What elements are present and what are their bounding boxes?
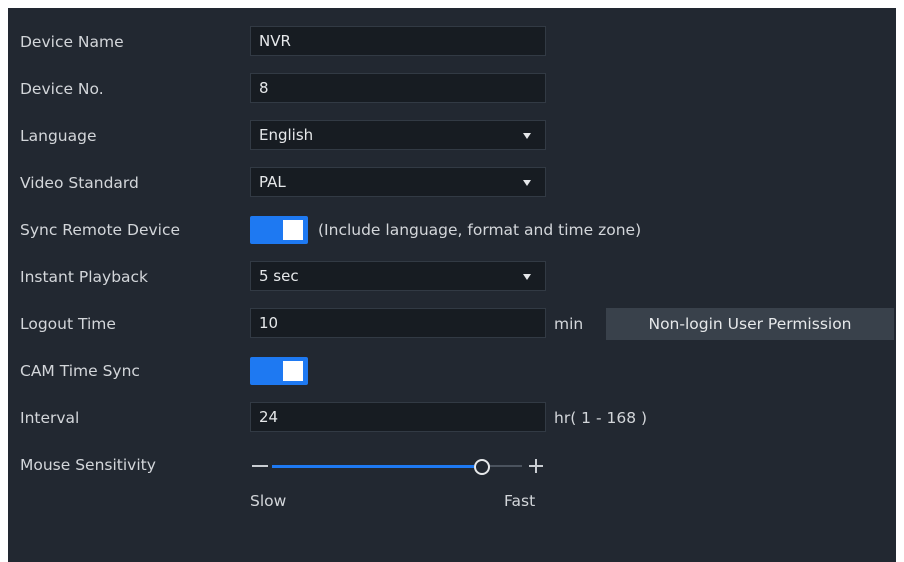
instant-playback-select[interactable]: 5 sec — [250, 261, 546, 291]
slider-max-label: Fast — [504, 492, 536, 510]
caret-down-icon — [523, 274, 531, 280]
slider-min-label: Slow — [250, 492, 287, 510]
non-login-user-permission-button[interactable]: Non-login User Permission — [606, 308, 894, 340]
device-no-label: Device No. — [20, 80, 104, 98]
device-name-label: Device Name — [20, 33, 124, 51]
interval-label: Interval — [20, 409, 80, 427]
language-select[interactable]: English — [250, 120, 546, 150]
caret-down-icon — [523, 180, 531, 186]
device-no-value: 8 — [259, 79, 269, 97]
sync-remote-note: (Include language, format and time zone) — [318, 221, 642, 239]
slider-track-fill — [272, 465, 474, 468]
sync-remote-device-toggle[interactable] — [250, 216, 308, 244]
interval-input[interactable]: 24 — [250, 402, 546, 432]
toggle-knob — [283, 361, 303, 381]
video-standard-label: Video Standard — [20, 174, 139, 192]
instant-playback-label: Instant Playback — [20, 268, 149, 286]
cam-time-sync-label: CAM Time Sync — [20, 362, 140, 380]
general-settings-panel: Device Name NVR Device No. 8 Language En… — [8, 8, 896, 562]
device-no-input[interactable]: 8 — [250, 73, 546, 103]
caret-down-icon — [523, 133, 531, 139]
mouse-sensitivity-label: Mouse Sensitivity — [20, 456, 156, 474]
mouse-sensitivity-slider[interactable] — [250, 452, 546, 480]
device-name-value: NVR — [259, 32, 291, 50]
slider-thumb[interactable] — [473, 459, 490, 475]
cam-time-sync-toggle[interactable] — [250, 357, 308, 385]
sync-remote-device-label: Sync Remote Device — [20, 221, 181, 239]
plus-icon-vertical — [535, 459, 537, 473]
video-standard-value: PAL — [259, 173, 286, 191]
device-name-input[interactable]: NVR — [250, 26, 546, 56]
slider-track — [486, 465, 522, 467]
interval-unit: hr( 1 - 168 ) — [554, 409, 648, 427]
video-standard-select[interactable]: PAL — [250, 167, 546, 197]
instant-playback-value: 5 sec — [259, 267, 299, 285]
interval-value: 24 — [259, 408, 279, 426]
logout-time-label: Logout Time — [20, 315, 116, 333]
logout-time-input[interactable]: 10 — [250, 308, 546, 338]
logout-time-unit: min — [554, 315, 584, 333]
logout-time-value: 10 — [259, 314, 279, 332]
language-value: English — [259, 126, 314, 144]
toggle-knob — [283, 220, 303, 240]
minus-icon[interactable] — [252, 465, 268, 467]
language-label: Language — [20, 127, 97, 145]
